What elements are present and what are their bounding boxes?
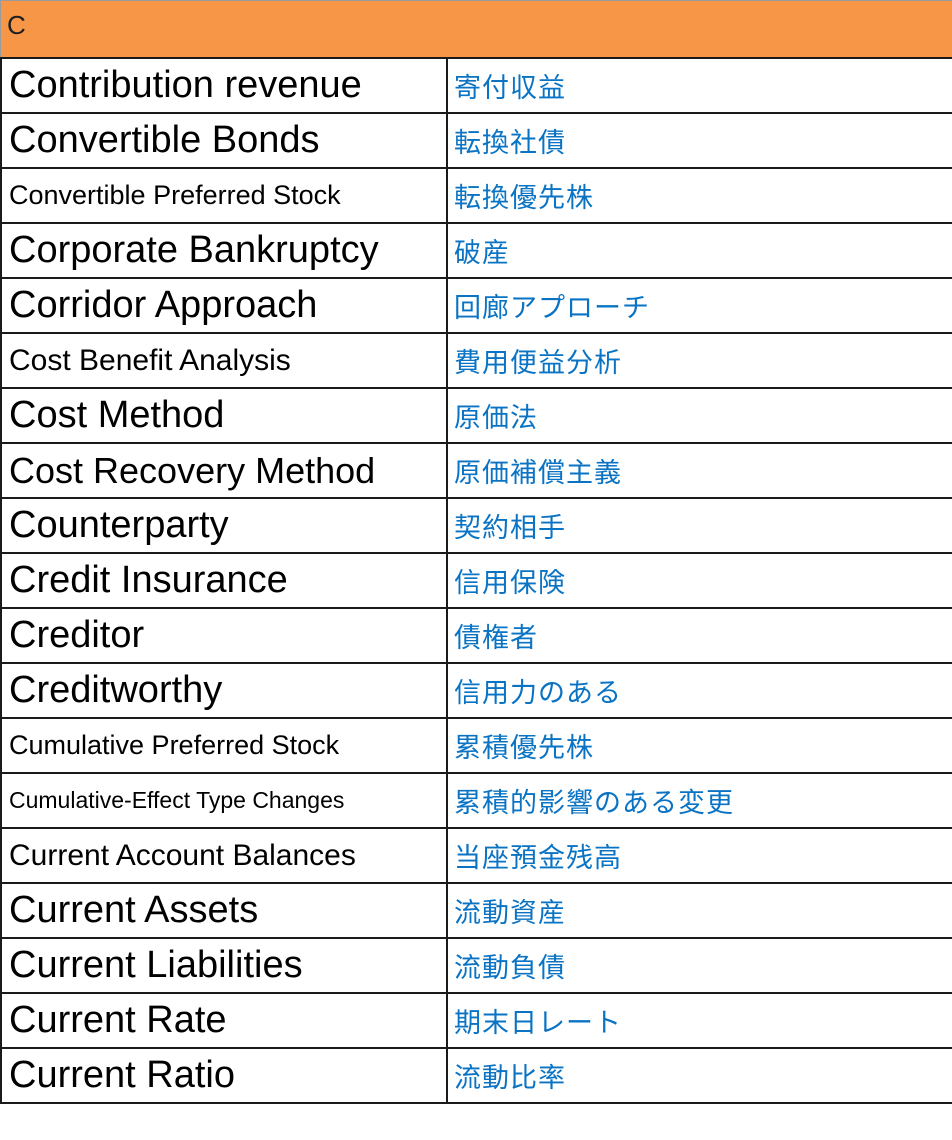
term-japanese: 債権者 [447, 607, 952, 664]
term-japanese: 寄付収益 [447, 57, 952, 114]
term-english: Cost Recovery Method [0, 442, 448, 499]
term-japanese: 契約相手 [447, 497, 952, 554]
term-japanese: 信用保険 [447, 552, 952, 609]
term-english: Cost Method [0, 387, 448, 444]
term-japanese: 流動比率 [447, 1047, 952, 1104]
term-japanese: 転換優先株 [447, 167, 952, 224]
table-row: Creditworthy 信用力のある [0, 662, 952, 719]
term-english: Counterparty [0, 497, 448, 554]
term-japanese: 原価補償主義 [447, 442, 952, 499]
table-row: Current Assets 流動資産 [0, 882, 952, 939]
table-row: Convertible Preferred Stock 転換優先株 [0, 167, 952, 224]
table-row: Cost Method 原価法 [0, 387, 952, 444]
term-japanese: 流動負債 [447, 937, 952, 994]
term-japanese: 期末日レート [447, 992, 952, 1049]
term-japanese: 当座預金残高 [447, 827, 952, 884]
section-header: C [0, 0, 952, 57]
table-row: Corridor Approach 回廊アプローチ [0, 277, 952, 334]
term-japanese: 累積的影響のある変更 [447, 772, 952, 829]
table-row: Current Liabilities 流動負債 [0, 937, 952, 994]
term-japanese: 破産 [447, 222, 952, 279]
table-row: Convertible Bonds 転換社債 [0, 112, 952, 169]
term-japanese: 累積優先株 [447, 717, 952, 774]
term-japanese: 流動資産 [447, 882, 952, 939]
term-english: Credit Insurance [0, 552, 448, 609]
table-row: Current Ratio 流動比率 [0, 1047, 952, 1104]
table-row: Cost Recovery Method 原価補償主義 [0, 442, 952, 499]
term-english: Convertible Bonds [0, 112, 448, 169]
table-row: Corporate Bankruptcy 破産 [0, 222, 952, 279]
term-japanese: 費用便益分析 [447, 332, 952, 389]
term-english: Current Rate [0, 992, 448, 1049]
table-row: Cumulative-Effect Type Changes 累積的影響のある変… [0, 772, 952, 829]
term-english: Convertible Preferred Stock [0, 167, 448, 224]
term-english: Current Ratio [0, 1047, 448, 1104]
term-english: Current Assets [0, 882, 448, 939]
term-english: Contribution revenue [0, 57, 448, 114]
table-row: Counterparty 契約相手 [0, 497, 952, 554]
term-english: Corridor Approach [0, 277, 448, 334]
term-japanese: 回廊アプローチ [447, 277, 952, 334]
term-english: Cumulative-Effect Type Changes [0, 772, 448, 829]
glossary-table: Contribution revenue 寄付収益 Convertible Bo… [0, 57, 952, 1104]
glossary-sheet: C Contribution revenue 寄付収益 Convertible … [0, 0, 952, 1140]
term-english: Creditor [0, 607, 448, 664]
table-row: Creditor 債権者 [0, 607, 952, 664]
term-japanese: 原価法 [447, 387, 952, 444]
table-row: Cumulative Preferred Stock 累積優先株 [0, 717, 952, 774]
term-english: Current Liabilities [0, 937, 448, 994]
term-japanese: 信用力のある [447, 662, 952, 719]
section-letter: C [7, 10, 26, 40]
term-japanese: 転換社債 [447, 112, 952, 169]
table-row: Credit Insurance 信用保険 [0, 552, 952, 609]
table-row: Cost Benefit Analysis 費用便益分析 [0, 332, 952, 389]
term-english: Corporate Bankruptcy [0, 222, 448, 279]
term-english: Creditworthy [0, 662, 448, 719]
table-row: Current Rate 期末日レート [0, 992, 952, 1049]
term-english: Cumulative Preferred Stock [0, 717, 448, 774]
term-english: Current Account Balances [0, 827, 448, 884]
table-row: Contribution revenue 寄付収益 [0, 57, 952, 114]
term-english: Cost Benefit Analysis [0, 332, 448, 389]
table-row: Current Account Balances 当座預金残高 [0, 827, 952, 884]
